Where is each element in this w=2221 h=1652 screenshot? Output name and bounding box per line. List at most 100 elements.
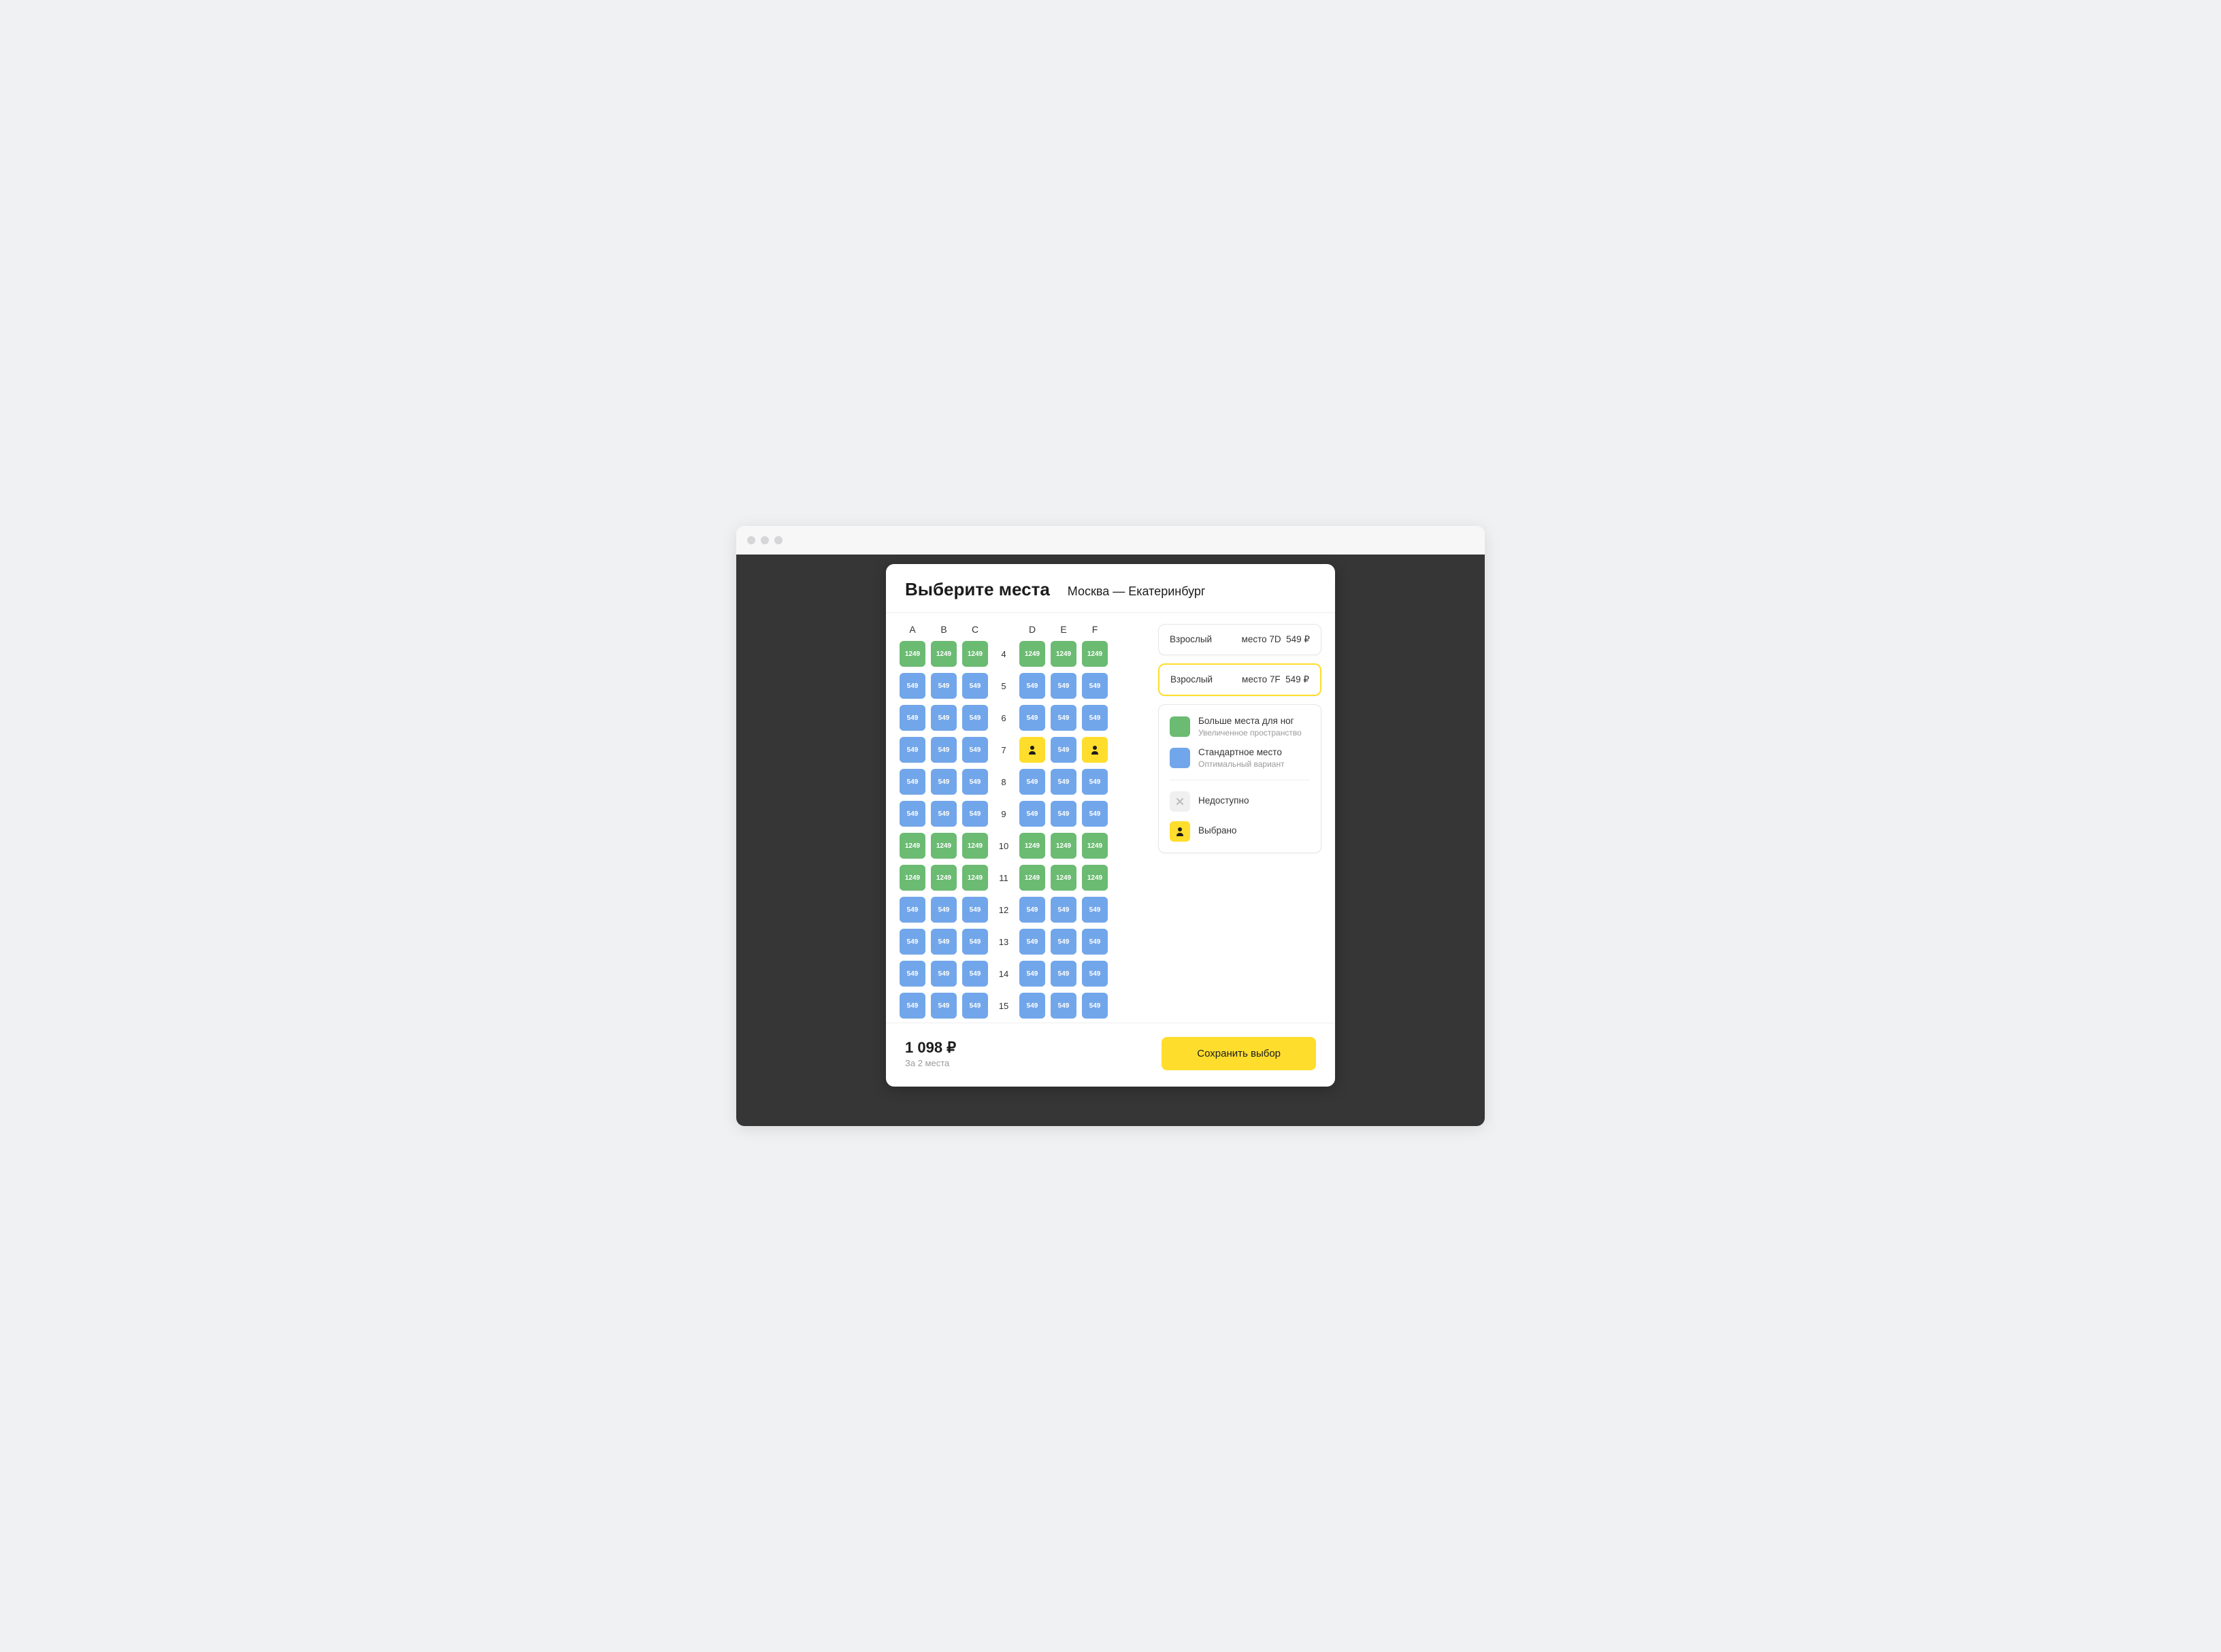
seat[interactable]: 1249 — [962, 865, 988, 891]
seat[interactable]: 549 — [962, 801, 988, 827]
seat[interactable]: 1249 — [900, 865, 925, 891]
seat[interactable]: 549 — [931, 929, 957, 955]
seat[interactable]: 549 — [931, 801, 957, 827]
seat[interactable]: 1249 — [931, 865, 957, 891]
legend-selected: Выбрано — [1170, 821, 1310, 842]
seat[interactable]: 549 — [1082, 929, 1108, 955]
seat[interactable]: 549 — [962, 705, 988, 731]
seat[interactable]: 549 — [1082, 961, 1108, 987]
seat[interactable]: 549 — [1051, 801, 1076, 827]
seat[interactable]: 549 — [1019, 673, 1045, 699]
seat[interactable]: 549 — [900, 801, 925, 827]
seat[interactable]: 1249 — [931, 833, 957, 859]
seat[interactable]: 549 — [900, 897, 925, 923]
seat[interactable]: 549 — [1019, 897, 1045, 923]
total-price: 1 098 ₽ — [905, 1039, 956, 1057]
seat[interactable]: 549 — [962, 993, 988, 1019]
seat[interactable]: 549 — [1051, 961, 1076, 987]
column-label: A — [900, 624, 925, 635]
seat[interactable]: 549 — [931, 705, 957, 731]
seat[interactable]: 549 — [931, 961, 957, 987]
seat[interactable]: 549 — [931, 769, 957, 795]
seat[interactable]: 1249 — [1082, 865, 1108, 891]
seat[interactable]: 549 — [931, 897, 957, 923]
passenger-card[interactable]: Взрослыйместо 7D 549 ₽ — [1158, 624, 1321, 655]
seat[interactable]: 1249 — [1051, 865, 1076, 891]
seat[interactable]: 549 — [962, 769, 988, 795]
seat[interactable]: 549 — [1082, 673, 1108, 699]
row-number: 5 — [993, 681, 1014, 691]
passenger-type: Взрослый — [1170, 674, 1213, 685]
seat[interactable]: 1249 — [1019, 641, 1045, 667]
seat[interactable]: 1249 — [1019, 865, 1045, 891]
seat[interactable]: 1249 — [962, 641, 988, 667]
background-promo-strip: Свой тариф в поездку от Тинькофф Мобайла — [763, 1090, 1458, 1126]
seat[interactable]: 549 — [1051, 897, 1076, 923]
save-selection-button[interactable]: Сохранить выбор — [1162, 1037, 1316, 1070]
row-number: 13 — [993, 937, 1014, 947]
seat[interactable]: 549 — [1082, 897, 1108, 923]
seat[interactable]: 549 — [962, 673, 988, 699]
seat-selected[interactable] — [1082, 737, 1108, 763]
seat[interactable]: 549 — [1082, 993, 1108, 1019]
seat[interactable]: 549 — [900, 673, 925, 699]
row-number: 7 — [993, 745, 1014, 755]
passenger-card[interactable]: Взрослый место 7F 549 ₽ — [1158, 663, 1321, 696]
row-number: 6 — [993, 713, 1014, 723]
seat[interactable]: 549 — [900, 993, 925, 1019]
legend-swatch-blue — [1170, 748, 1190, 768]
seat[interactable]: 1249 — [1019, 833, 1045, 859]
seat[interactable]: 549 — [1082, 801, 1108, 827]
modal-route: Москва — Екатеринбург — [1068, 584, 1206, 599]
seat[interactable]: 549 — [962, 897, 988, 923]
seat[interactable]: 549 — [1082, 705, 1108, 731]
seat[interactable]: 549 — [1019, 705, 1045, 731]
seat-row: 5495495496549549549 — [900, 705, 1145, 731]
seat[interactable]: 549 — [1051, 929, 1076, 955]
seat[interactable]: 549 — [962, 929, 988, 955]
seat[interactable]: 549 — [1051, 673, 1076, 699]
seat[interactable]: 549 — [1019, 961, 1045, 987]
seat-row: 54954954913549549549 — [900, 929, 1145, 955]
seat[interactable]: 1249 — [1082, 833, 1108, 859]
seat[interactable]: 549 — [931, 673, 957, 699]
seat-row: 5495495495549549549 — [900, 673, 1145, 699]
seat-row: 12491249124910124912491249 — [900, 833, 1145, 859]
seat[interactable]: 549 — [1019, 769, 1045, 795]
seat[interactable]: 549 — [962, 961, 988, 987]
legend-extra-legroom: Больше места для ног Увеличенное простра… — [1170, 716, 1310, 738]
row-number: 10 — [993, 841, 1014, 851]
seat[interactable]: 549 — [1051, 769, 1076, 795]
seat-row: 5495495498549549549 — [900, 769, 1145, 795]
row-number: 4 — [993, 649, 1014, 659]
seat[interactable]: 549 — [1051, 705, 1076, 731]
seat[interactable]: 549 — [1019, 801, 1045, 827]
seat[interactable]: 549 — [900, 929, 925, 955]
seat[interactable]: 1249 — [900, 833, 925, 859]
seat[interactable]: 1249 — [900, 641, 925, 667]
legend-swatch-yellow — [1170, 821, 1190, 842]
seat[interactable]: 549 — [931, 993, 957, 1019]
seat[interactable]: 549 — [1019, 993, 1045, 1019]
seat[interactable]: 549 — [900, 961, 925, 987]
seat-row: 54954954912549549549 — [900, 897, 1145, 923]
seat[interactable]: 1249 — [962, 833, 988, 859]
seat[interactable]: 549 — [962, 737, 988, 763]
seat[interactable]: 549 — [1051, 737, 1076, 763]
seat[interactable]: 1249 — [931, 641, 957, 667]
seat[interactable]: 549 — [931, 737, 957, 763]
seat[interactable]: 549 — [900, 737, 925, 763]
seat[interactable]: 549 — [900, 705, 925, 731]
seat[interactable]: 549 — [1051, 993, 1076, 1019]
page-backdrop: Выберите места Москва — Екатеринбург ABC… — [736, 555, 1485, 1126]
seat[interactable]: 1249 — [1051, 641, 1076, 667]
passenger-seat: место 7F 549 ₽ — [1242, 674, 1309, 685]
seat[interactable]: 549 — [900, 769, 925, 795]
seat[interactable]: 1249 — [1051, 833, 1076, 859]
seat[interactable]: 549 — [1082, 769, 1108, 795]
seat[interactable]: 1249 — [1082, 641, 1108, 667]
seat-selected[interactable] — [1019, 737, 1045, 763]
modal-header: Выберите места Москва — Екатеринбург — [886, 564, 1335, 613]
seat[interactable]: 549 — [1019, 929, 1045, 955]
row-number: 12 — [993, 905, 1014, 915]
